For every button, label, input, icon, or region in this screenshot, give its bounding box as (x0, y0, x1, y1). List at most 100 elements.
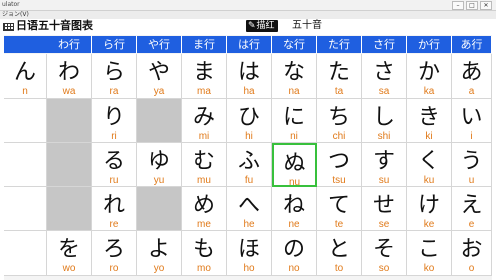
kana-cell[interactable]: んn (4, 54, 47, 99)
column-header[interactable]: か行 (407, 36, 452, 53)
kana-cell[interactable]: き ki (407, 99, 452, 143)
romaji-label: mi (198, 131, 210, 142)
kana-char: つ (327, 149, 350, 174)
close-icon[interactable]: ✕ (480, 1, 492, 10)
trace-button-label: 描红 (256, 21, 275, 31)
kana-cell[interactable]: ふ fu (227, 143, 272, 187)
kana-cell[interactable]: や ya (137, 54, 182, 99)
menu-item-view[interactable]: ジョン(V) (2, 11, 29, 19)
kana-cell[interactable]: と to (317, 231, 362, 276)
kana-char: む (192, 149, 215, 174)
kana-cell[interactable]: あa (452, 54, 492, 99)
kana-cell[interactable]: を wo (47, 231, 92, 276)
kana-char: ふ (237, 149, 260, 174)
column-header[interactable]: た行 (317, 36, 362, 53)
kana-cell[interactable]: いi (452, 99, 492, 143)
page-title: 日语五十音图表 (16, 19, 93, 32)
kana-cell[interactable]: ね ne (272, 187, 317, 231)
kana-cell[interactable]: ま ma (182, 54, 227, 99)
kana-cell[interactable]: ほ ho (227, 231, 272, 276)
column-header[interactable]: な行 (272, 36, 317, 53)
romaji-label: hi (245, 131, 253, 142)
kana-cell[interactable]: む mu (182, 143, 227, 187)
kana-cell[interactable]: す su (362, 143, 407, 187)
column-header[interactable]: さ行 (362, 36, 407, 53)
kana-cell[interactable]: の no (272, 231, 317, 276)
maximize-icon[interactable]: □ (466, 1, 478, 10)
romaji-label: ho (243, 263, 255, 274)
column-header[interactable]: ら行 (92, 36, 137, 53)
column-header[interactable]: や行 (137, 36, 182, 53)
romaji-label: ku (423, 175, 435, 186)
kana-char: い (460, 105, 483, 130)
kana-cell[interactable]: ひ hi (227, 99, 272, 143)
kana-cell[interactable]: ろ ro (92, 231, 137, 276)
column-header[interactable]: わ行 (47, 36, 92, 53)
grid-icon (3, 23, 14, 31)
kana-char: る (102, 149, 125, 174)
romaji-label: ke (423, 219, 435, 230)
app-header: 日语五十音图表 ✎描红 五十音 (0, 19, 496, 33)
kana-char: え (460, 193, 483, 218)
column-header[interactable]: ま行 (182, 36, 227, 53)
kana-cell[interactable]: さ sa (362, 54, 407, 99)
kana-char: さ (372, 60, 395, 85)
kana-char: く (417, 149, 440, 174)
kana-cell[interactable]: は ha (227, 54, 272, 99)
kana-cell[interactable]: に ni (272, 99, 317, 143)
minimize-icon[interactable]: – (452, 1, 464, 10)
romaji-label: sa (378, 86, 390, 97)
kana-char: し (372, 105, 395, 130)
romaji-label: a (468, 86, 475, 97)
kana-cell[interactable]: た ta (317, 54, 362, 99)
kana-cell[interactable]: せ se (362, 187, 407, 231)
kana-cell[interactable]: おo (452, 231, 492, 276)
kana-cell[interactable]: も mo (182, 231, 227, 276)
romaji-label: he (243, 219, 255, 230)
kana-cell[interactable]: よ yo (137, 231, 182, 276)
kana-cell[interactable]: つ tsu (317, 143, 362, 187)
kana-cell[interactable]: こ ko (407, 231, 452, 276)
kana-cell[interactable]: ぬ nu (272, 143, 317, 188)
kana-char: ち (327, 105, 350, 130)
kana-cell[interactable]: ち chi (317, 99, 362, 143)
kana-cell[interactable]: る ru (92, 143, 137, 187)
romaji-label: ro (109, 263, 119, 274)
romaji-label: shi (377, 131, 391, 142)
empty-cell (137, 187, 182, 231)
kana-cell[interactable]: か ka (407, 54, 452, 99)
kana-char: う (460, 149, 483, 174)
romaji-label: te (334, 219, 344, 230)
trace-button[interactable]: ✎描红 (246, 20, 278, 32)
kana-char: な (282, 60, 305, 85)
romaji-label: su (378, 175, 390, 186)
romaji-label: ha (243, 86, 255, 97)
kana-chart: わ行 ら行 や行 ま行 は行 な行 た行 さ行 か行 あ行ん n わ wa ら ra や ya ま ma は ha な na… (4, 35, 492, 280)
kana-cell[interactable]: れ re (92, 187, 137, 231)
kana-cell[interactable]: わ wa (47, 54, 92, 99)
kana-cell[interactable]: ら ra (92, 54, 137, 99)
romaji-label: ta (334, 86, 344, 97)
column-header[interactable]: あ行 (452, 36, 492, 53)
kana-cell[interactable]: り ri (92, 99, 137, 143)
kana-cell[interactable]: そ so (362, 231, 407, 276)
kana-cell[interactable]: け ke (407, 187, 452, 231)
kana-cell[interactable]: うu (452, 143, 492, 187)
kana-cell[interactable]: ゆ yu (137, 143, 182, 187)
header-corner (4, 36, 47, 53)
romaji-label: ya (153, 86, 165, 97)
romaji-label: wa (62, 86, 76, 97)
kana-cell[interactable]: め me (182, 187, 227, 231)
romaji-label: so (378, 263, 390, 274)
kana-cell[interactable]: へ he (227, 187, 272, 231)
romaji-label: ka (423, 86, 435, 97)
kana-cell[interactable]: えe (452, 187, 492, 231)
kana-cell[interactable]: み mi (182, 99, 227, 143)
kana-cell[interactable]: く ku (407, 143, 452, 187)
kana-cell[interactable]: し shi (362, 99, 407, 143)
column-header[interactable]: は行 (227, 36, 272, 53)
kana-char: り (102, 105, 125, 130)
romaji-label: mu (197, 175, 211, 186)
kana-cell[interactable]: な na (272, 54, 317, 99)
kana-cell[interactable]: て te (317, 187, 362, 231)
